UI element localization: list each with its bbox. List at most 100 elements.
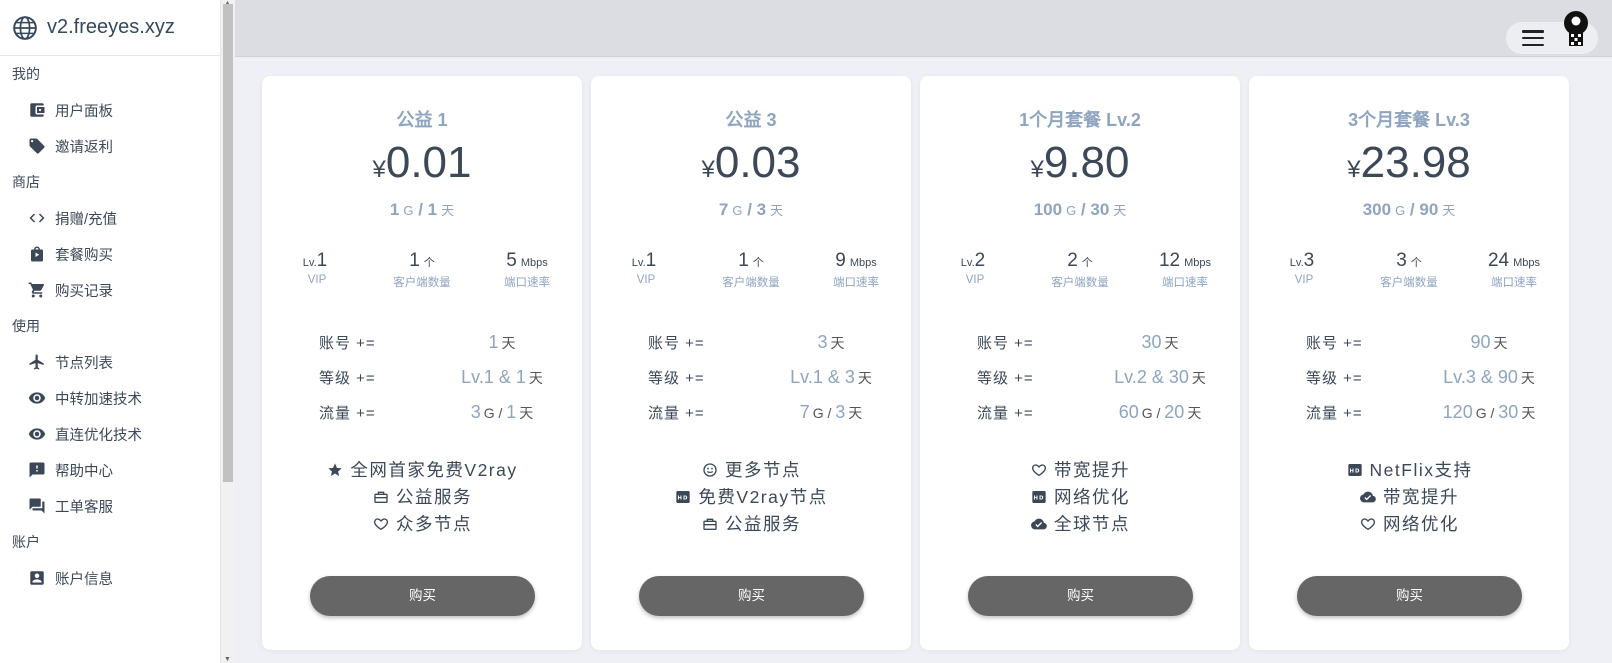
hd-icon: HD [674,488,692,506]
sidebar-item[interactable]: 邀请返利 [0,128,220,164]
detail-row: 账号 += 90 天 [1249,332,1569,367]
feature-item: 众多节点 [262,510,582,537]
plan-price: ¥9.80 [920,138,1240,188]
svg-text:HD: HD [1349,468,1360,474]
sidebar-item[interactable]: 直连优化技术 [0,416,220,452]
smile-icon [701,461,719,479]
feature-item: HD NetFlix支持 [1249,456,1569,483]
hd-icon: HD [1030,488,1048,506]
detail-value: 90 天 [1419,332,1559,353]
sidebar-item[interactable]: 用户面板 [0,92,220,128]
stat-number: 5 [506,250,517,271]
brand[interactable]: v2.freeyes.xyz [0,0,220,56]
sidebar-item[interactable]: 套餐购买 [0,236,220,272]
detail-row: 等级 += Lv.3 & 90 天 [1249,367,1569,402]
stat-number: 3 [1396,250,1407,271]
scroll-down-arrow[interactable]: ▼ [224,656,231,663]
stat-item: 1 个客户端数量 [367,250,477,290]
svg-text:HD: HD [1034,495,1045,501]
stat-number: 2 [974,250,986,271]
cloud-done-icon [1359,488,1377,506]
feature-item: 带宽提升 [1249,483,1569,510]
stat-label: VIP [1294,274,1314,286]
plan-card: 1个月套餐 Lv.2 ¥9.80 100 G / 30 天 Lv.2 VIP 2 个客户端数量 1… [920,76,1240,650]
plan-quota: 100 G / 30 天 [920,200,1240,220]
sidebar-item[interactable]: 节点列表 [0,344,220,380]
hd-icon: HD [1346,461,1364,479]
quota-traffic: 7 [718,200,729,219]
buy-button[interactable]: 购买 [968,576,1193,616]
plan-details: 账号 += 3 天等级 += Lv.1 & 3 天流量 += 7 G / 3天 [591,332,911,437]
stat-value: Lv.1 [262,250,372,272]
sidebar-item[interactable]: 工单客服 [0,488,220,524]
detail-number: Lv.1 & 3 [790,367,855,387]
charity-icon [701,515,719,533]
feature-item: 公益服务 [591,510,911,537]
stat-prefix: Lv. [960,257,975,269]
heart-icon [1359,515,1377,533]
detail-value: Lv.2 & 30 天 [1090,367,1230,388]
buy-button[interactable]: 购买 [1297,576,1522,616]
detail-row: 账号 += 1 天 [262,332,582,367]
stat-item: 12 Mbps 端口速率 [1130,250,1240,290]
cloud-done-icon [1030,515,1048,533]
stat-label: 端口速率 [1162,277,1208,289]
detail-number: 60 [1118,402,1139,422]
detail-number: 1 [488,332,499,352]
sidebar-item[interactable]: 中转加速技术 [0,380,220,416]
stat-label: 客户端数量 [1380,277,1438,289]
feature-item: 全网首家免费V2ray [262,456,582,483]
sidebar-item-label: 套餐购买 [55,247,113,264]
feature-item: HD 免费V2ray节点 [591,483,911,510]
quota-separator: / [413,200,428,219]
detail-number-2: 30 [1498,402,1519,422]
stat-unit: Mbps [520,257,548,269]
detail-number: 90 [1470,332,1491,352]
feature-text: 更多节点 [725,460,801,480]
price-amount: 9.80 [1043,138,1130,187]
detail-key: 等级 += [648,370,705,387]
stat-unit: 个 [423,257,435,269]
feature-text: NetFlix支持 [1369,460,1473,480]
detail-number: 3 [817,332,828,352]
sidebar-item[interactable]: 账户信息 [0,560,220,596]
stat-value: 1个 [696,250,806,272]
currency-symbol: ¥ [1030,156,1044,183]
detail-value: 3G / 1天 [432,402,572,423]
stat-label: 端口速率 [833,277,879,289]
top-bar [235,0,1612,57]
quota-days-unit: 天 [1113,203,1127,218]
price-amount: 0.03 [714,138,801,187]
feature-item: 网络优化 [1249,510,1569,537]
detail-number-2: 3 [835,402,846,422]
feature-text: 公益服务 [725,514,801,534]
avatar-icon[interactable] [1560,10,1592,48]
stat-value: 12 Mbps [1130,250,1240,272]
detail-separator: / [1152,405,1165,421]
sidebar-scrollbar[interactable]: ▲ ▼ [221,0,235,663]
sidebar-item[interactable]: 购买记录 [0,272,220,308]
plan-name: 3个月套餐 Lv.3 [1348,110,1470,130]
detail-number: 7 [799,402,810,422]
scrollbar-thumb[interactable] [223,4,233,482]
sidebar-item-label: 捐赠/充值 [55,211,118,228]
buy-button[interactable]: 购买 [639,576,864,616]
stat-item: 24 Mbps 端口速率 [1459,250,1569,290]
sidebar-nav: 我的 用户面板 邀请返利 商店 捐赠/充值 套餐购买 购买记录 使用 节点列表 中转加速技术 直连优… [0,56,220,596]
detail-value: 3天 [761,332,901,353]
account-box-icon [27,568,47,588]
quota-separator: / [1076,200,1091,219]
detail-key: 账号 += [977,335,1034,352]
buy-button[interactable]: 购买 [310,576,535,616]
stat-unit: Mbps [1184,257,1212,269]
stat-prefix: Lv. [1289,257,1304,269]
quota-separator: / [1405,200,1420,219]
sidebar-item-label: 购买记录 [55,283,113,300]
detail-number-2: 20 [1164,402,1185,422]
stat-number: 1 [738,250,749,271]
sidebar-item[interactable]: 帮助中心 [0,452,220,488]
sidebar-item[interactable]: 捐赠/充值 [0,200,220,236]
stat-value: 3个 [1354,250,1464,272]
quota-traffic: 300 [1362,200,1392,219]
sidebar-item-label: 节点列表 [55,355,113,372]
